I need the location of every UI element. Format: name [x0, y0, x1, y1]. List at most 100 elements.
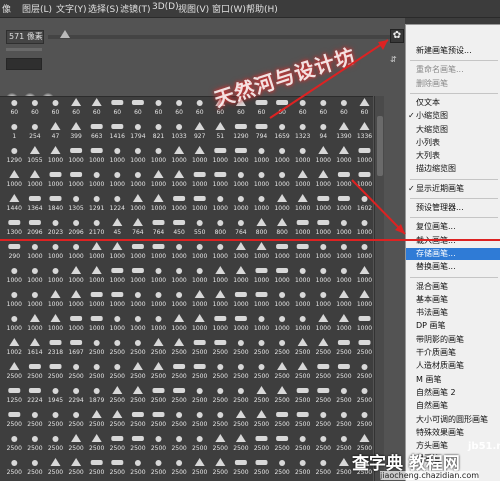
brush-thumbnail[interactable] — [71, 458, 82, 466]
menu-m4[interactable]: 滤镜(T) — [120, 2, 151, 15]
brush-thumbnail[interactable] — [174, 338, 185, 346]
brush-thumbnail[interactable] — [52, 100, 59, 106]
brush-thumbnail[interactable] — [359, 122, 370, 130]
brush-thumbnail[interactable] — [52, 268, 59, 274]
brush-thumbnail[interactable] — [359, 98, 370, 106]
brush-thumbnail[interactable] — [132, 194, 143, 202]
brush-thumbnail[interactable] — [235, 410, 246, 418]
brush-thumbnail[interactable] — [234, 316, 247, 321]
brush-thumbnail[interactable] — [340, 412, 347, 418]
new-preset-icon[interactable]: ⇵ — [390, 55, 397, 64]
brush-thumbnail[interactable] — [237, 220, 244, 226]
brush-thumbnail[interactable] — [152, 388, 165, 393]
brush-thumbnail[interactable] — [31, 436, 38, 442]
brush-thumbnail[interactable] — [214, 172, 227, 177]
brush-thumbnail[interactable] — [174, 314, 185, 322]
brush-thumbnail[interactable] — [131, 412, 144, 417]
brush-thumbnail[interactable] — [9, 338, 20, 346]
brush-thumbnail[interactable] — [155, 148, 162, 154]
menu-item[interactable]: 大列表 — [406, 150, 500, 162]
brush-thumbnail[interactable] — [338, 458, 349, 466]
brush-thumbnail[interactable] — [52, 220, 59, 226]
brush-thumbnail[interactable] — [173, 220, 186, 225]
brush-thumbnail[interactable] — [318, 314, 329, 322]
brush-thumbnail[interactable] — [279, 460, 286, 466]
size-slider[interactable] — [48, 35, 398, 39]
brush-thumbnail[interactable] — [176, 292, 183, 298]
menu-item[interactable]: 显示近期画笔 — [406, 183, 500, 195]
brush-thumbnail[interactable] — [11, 148, 18, 154]
brush-thumbnail[interactable] — [91, 98, 102, 106]
brush-thumbnail[interactable] — [155, 268, 162, 274]
brush-thumbnail[interactable] — [279, 148, 286, 154]
brush-thumbnail[interactable] — [320, 268, 327, 274]
menu-item[interactable]: 预设管理器... — [406, 202, 500, 214]
brush-thumbnail[interactable] — [340, 268, 347, 274]
brush-thumbnail[interactable] — [299, 436, 306, 442]
brush-thumbnail[interactable] — [90, 460, 103, 465]
size-field[interactable]: 571 像素 — [6, 30, 44, 44]
menu-item[interactable]: 小列表 — [406, 137, 500, 149]
brush-thumbnail[interactable] — [111, 436, 124, 441]
brush-thumbnail[interactable] — [320, 124, 327, 130]
brush-thumbnail[interactable] — [255, 436, 268, 441]
brush-thumbnail[interactable] — [320, 292, 327, 298]
brush-thumbnail[interactable] — [153, 362, 164, 370]
brush-thumbnail[interactable] — [320, 460, 327, 466]
brush-thumbnail[interactable] — [11, 268, 18, 274]
brush-thumbnail[interactable] — [235, 434, 246, 442]
menu-item[interactable]: 自然画笔 — [406, 400, 500, 412]
brush-thumbnail[interactable] — [176, 412, 183, 418]
brush-thumbnail[interactable] — [196, 412, 203, 418]
brush-thumbnail[interactable] — [155, 124, 162, 130]
brush-thumbnail[interactable] — [174, 170, 185, 178]
brush-thumbnail[interactable] — [337, 196, 350, 201]
brush-thumbnail[interactable] — [131, 100, 144, 105]
brush-thumbnail[interactable] — [296, 412, 309, 417]
menu-m2[interactable]: 文字(Y) — [56, 2, 87, 15]
brush-thumbnail[interactable] — [255, 100, 268, 105]
brush-thumbnail[interactable] — [9, 170, 20, 178]
grid-scrollbar[interactable] — [374, 96, 384, 481]
menu-item[interactable]: 基本画笔 — [406, 294, 500, 306]
brush-thumbnail[interactable] — [176, 100, 183, 106]
brush-thumbnail[interactable] — [11, 436, 18, 442]
brush-thumbnail[interactable] — [28, 364, 41, 369]
brush-thumbnail[interactable] — [173, 388, 186, 393]
brush-thumbnail[interactable] — [70, 172, 83, 177]
brush-thumbnail[interactable] — [255, 292, 268, 297]
brush-thumbnail[interactable] — [132, 386, 143, 394]
brush-thumbnail[interactable] — [49, 364, 62, 369]
menu-item[interactable]: 小缩览图 — [406, 110, 500, 122]
brush-thumbnail[interactable] — [234, 148, 247, 153]
brush-thumbnail[interactable] — [29, 314, 40, 322]
brush-thumbnail[interactable] — [320, 412, 327, 418]
menu-m1[interactable]: 图层(L) — [22, 2, 52, 15]
brush-thumbnail[interactable] — [70, 316, 83, 321]
brush-thumbnail[interactable] — [152, 244, 165, 249]
menu-m7[interactable]: 窗口(W) — [212, 2, 246, 15]
brush-thumbnail[interactable] — [340, 388, 347, 394]
brush-thumbnail[interactable] — [217, 364, 224, 370]
brush-thumbnail[interactable] — [258, 340, 265, 346]
menu-m5[interactable]: 3D(D) — [152, 2, 179, 12]
brush-thumbnail[interactable] — [214, 316, 227, 321]
brush-thumbnail[interactable] — [359, 266, 370, 274]
brush-thumbnail[interactable] — [299, 124, 306, 130]
brush-thumbnail[interactable] — [31, 100, 38, 106]
brush-thumbnail[interactable] — [193, 364, 206, 369]
brush-thumbnail[interactable] — [50, 146, 61, 154]
brush-thumbnail[interactable] — [318, 146, 329, 154]
brush-thumbnail[interactable] — [194, 290, 205, 298]
brush-thumbnail[interactable] — [134, 172, 141, 178]
brush-thumbnail[interactable] — [317, 196, 330, 201]
hardness-slider[interactable] — [6, 58, 42, 70]
brush-thumbnail[interactable] — [93, 364, 100, 370]
brush-thumbnail[interactable] — [258, 196, 265, 202]
brush-thumbnail[interactable] — [299, 460, 306, 466]
brush-thumbnail[interactable] — [8, 388, 21, 393]
brush-thumbnail[interactable] — [361, 196, 368, 202]
size-slider-thumb[interactable] — [60, 30, 70, 38]
menu-item[interactable]: 带阴影的画笔 — [406, 334, 500, 346]
brush-thumbnail[interactable] — [90, 124, 103, 129]
